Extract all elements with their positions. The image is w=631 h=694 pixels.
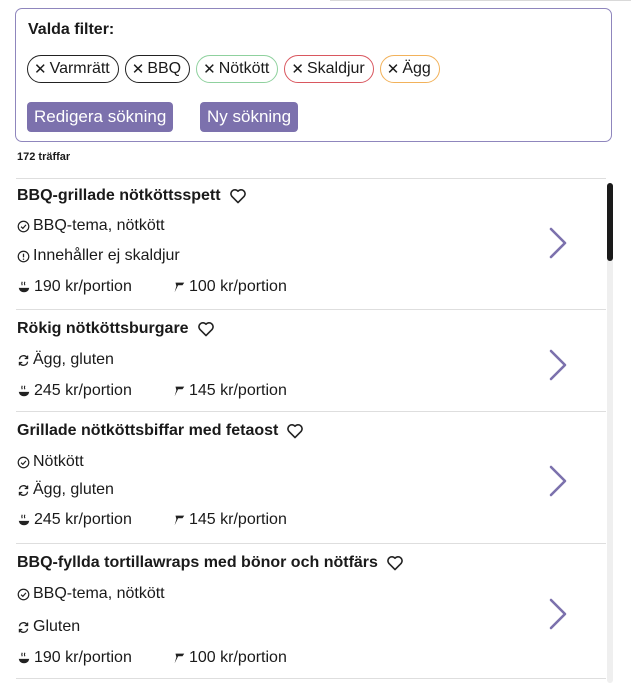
edit-search-button[interactable]: Redigera sökning [27, 102, 174, 132]
bowl-icon [18, 652, 30, 664]
recipe-tag-row: Gluten [17, 618, 80, 636]
price-portion-text: 245 kr/portion [34, 382, 132, 399]
swap-icon [18, 354, 29, 366]
filter-chip-label: Skaldjur [306, 60, 365, 77]
recipe-tag-row: Nötkött [17, 453, 84, 471]
recipe-title-text: Rökig nötköttsburgare [17, 320, 189, 337]
tag-icon [174, 386, 185, 397]
chevron-right-icon[interactable] [548, 348, 568, 382]
recipe-prices: 245 kr/portion 145 kr/portion [17, 511, 287, 529]
chevron-right-icon[interactable] [548, 597, 568, 631]
recipe-tag-row: Innehåller ej skaldjur [17, 247, 180, 265]
list-item[interactable]: Grillade nötköttsbiffar med fetaost Nötk… [16, 411, 606, 543]
filter-chip-bbq[interactable]: ✕ BBQ [124, 55, 191, 83]
filter-chip-notkott[interactable]: ✕ Nötkött [196, 55, 279, 83]
recipe-tag-text: Innehåller ej skaldjur [33, 247, 180, 264]
heart-icon[interactable] [229, 188, 247, 204]
recipe-tag-text: BBQ-tema, nötkött [33, 217, 165, 234]
list-item[interactable]: BBQ-grillade nötköttsspett BBQ-tema, nöt… [16, 178, 606, 309]
price-ingredients: 145 kr/portion [172, 382, 287, 400]
recipe-prices: 245 kr/portion 145 kr/portion [17, 382, 287, 400]
recipe-title: BBQ-grillade nötköttsspett [17, 187, 247, 205]
swap-icon [18, 484, 29, 496]
price-portion-text: 245 kr/portion [34, 511, 132, 528]
filter-chip-label: Varmrätt [49, 60, 110, 77]
recipe-tag-text: Ägg, gluten [33, 481, 114, 498]
filter-chip-varmratt[interactable]: ✕ Varmrätt [27, 55, 119, 83]
list-item[interactable]: Rökig nötköttsburgare Ägg, gluten 245 kr… [16, 309, 606, 411]
price-ingredients: 145 kr/portion [172, 511, 287, 529]
price-ingredients: 100 kr/portion [172, 278, 287, 296]
check-circle-icon [17, 456, 30, 468]
recipe-tag-row: BBQ-tema, nötkött [17, 585, 165, 603]
recipe-prices: 190 kr/portion 100 kr/portion [17, 649, 287, 667]
price-ingredients-text: 100 kr/portion [189, 649, 287, 666]
recipe-prices: 190 kr/portion 100 kr/portion [17, 278, 287, 296]
heart-icon[interactable] [386, 555, 404, 571]
list-item[interactable]: BBQ-fyllda tortillawraps med bönor och n… [16, 543, 606, 678]
filter-chip-label: Ägg [402, 60, 431, 77]
selected-filters-panel: Valda filter: ✕ Varmrätt ✕ BBQ ✕ Nötkött… [15, 8, 612, 142]
list-bottom-divider [16, 678, 606, 679]
filter-chips: ✕ Varmrätt ✕ BBQ ✕ Nötkött ✕ Skaldjur ✕ … [27, 55, 440, 83]
recipe-title: Rökig nötköttsburgare [17, 320, 215, 338]
remove-icon: ✕ [34, 61, 47, 78]
price-portion: 190 kr/portion [17, 649, 172, 667]
price-ingredients-text: 100 kr/portion [189, 278, 287, 295]
tag-icon [174, 653, 185, 664]
new-search-button[interactable]: Ny sökning [200, 102, 299, 132]
scrollbar-thumb[interactable] [607, 183, 613, 261]
result-count: 172 träffar [17, 151, 71, 163]
recipe-title-text: BBQ-fyllda tortillawraps med bönor och n… [17, 554, 378, 571]
filter-chip-agg[interactable]: ✕ Ägg [379, 55, 440, 83]
heart-icon[interactable] [286, 423, 304, 439]
chevron-right-icon[interactable] [548, 226, 568, 260]
check-circle-icon [17, 220, 30, 232]
filter-chip-label: Nötkött [218, 60, 270, 77]
price-ingredients: 100 kr/portion [172, 649, 287, 667]
recipe-tag-row: Ägg, gluten [17, 481, 114, 499]
price-portion-text: 190 kr/portion [34, 278, 132, 295]
recipe-title-text: BBQ-grillade nötköttsspett [17, 187, 221, 204]
recipe-tag-text: Nötkött [33, 453, 84, 470]
filter-chip-skaldjur[interactable]: ✕ Skaldjur [284, 55, 374, 83]
remove-icon: ✕ [131, 61, 145, 78]
bowl-icon [18, 514, 30, 526]
filters-title: Valda filter: [28, 21, 115, 38]
recipe-tag-text: Ägg, gluten [33, 351, 114, 368]
recipe-tag-text: BBQ-tema, nötkött [33, 585, 165, 602]
bowl-icon [18, 385, 30, 397]
recipe-tag-row: Ägg, gluten [17, 351, 114, 369]
recipe-list: BBQ-grillade nötköttsspett BBQ-tema, nöt… [16, 178, 606, 678]
recipe-title: BBQ-fyllda tortillawraps med bönor och n… [17, 554, 404, 572]
tag-icon [174, 515, 185, 526]
heart-icon[interactable] [197, 321, 215, 337]
bowl-icon [18, 281, 30, 293]
remove-icon: ✕ [203, 61, 216, 78]
chevron-right-icon[interactable] [548, 464, 568, 498]
recipe-tag-text: Gluten [33, 618, 81, 635]
swap-icon [18, 621, 29, 633]
remove-icon: ✕ [291, 61, 304, 78]
price-portion: 245 kr/portion [17, 511, 172, 529]
recipe-title-text: Grillade nötköttsbiffar med fetaost [17, 422, 279, 439]
price-ingredients-text: 145 kr/portion [189, 382, 287, 399]
filter-chip-label: BBQ [147, 60, 182, 77]
recipe-title: Grillade nötköttsbiffar med fetaost [17, 422, 304, 440]
price-portion-text: 190 kr/portion [34, 649, 132, 666]
price-ingredients-text: 145 kr/portion [189, 511, 287, 528]
remove-icon: ✕ [386, 61, 400, 78]
top-divider [330, 0, 631, 1]
price-portion: 245 kr/portion [17, 382, 172, 400]
price-portion: 190 kr/portion [17, 278, 172, 296]
tag-icon [174, 282, 185, 293]
info-circle-icon [17, 250, 30, 262]
check-circle-icon [17, 588, 30, 600]
recipe-tag-row: BBQ-tema, nötkött [17, 217, 165, 235]
